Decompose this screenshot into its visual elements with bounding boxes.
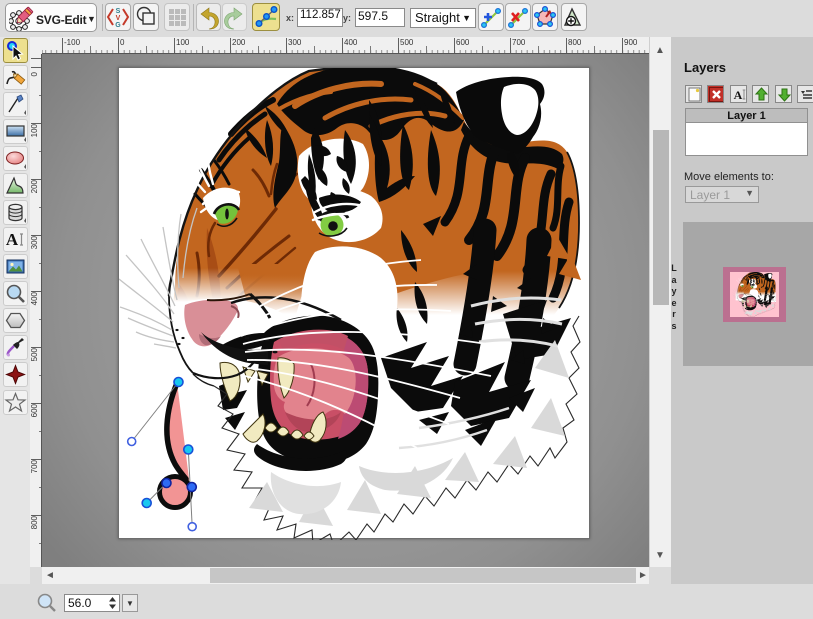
svg-text:S: S <box>116 8 121 15</box>
svg-text:A: A <box>734 88 743 102</box>
svg-text:A: A <box>6 230 19 249</box>
svg-text:G: G <box>115 22 121 29</box>
svg-text:V: V <box>116 15 121 22</box>
